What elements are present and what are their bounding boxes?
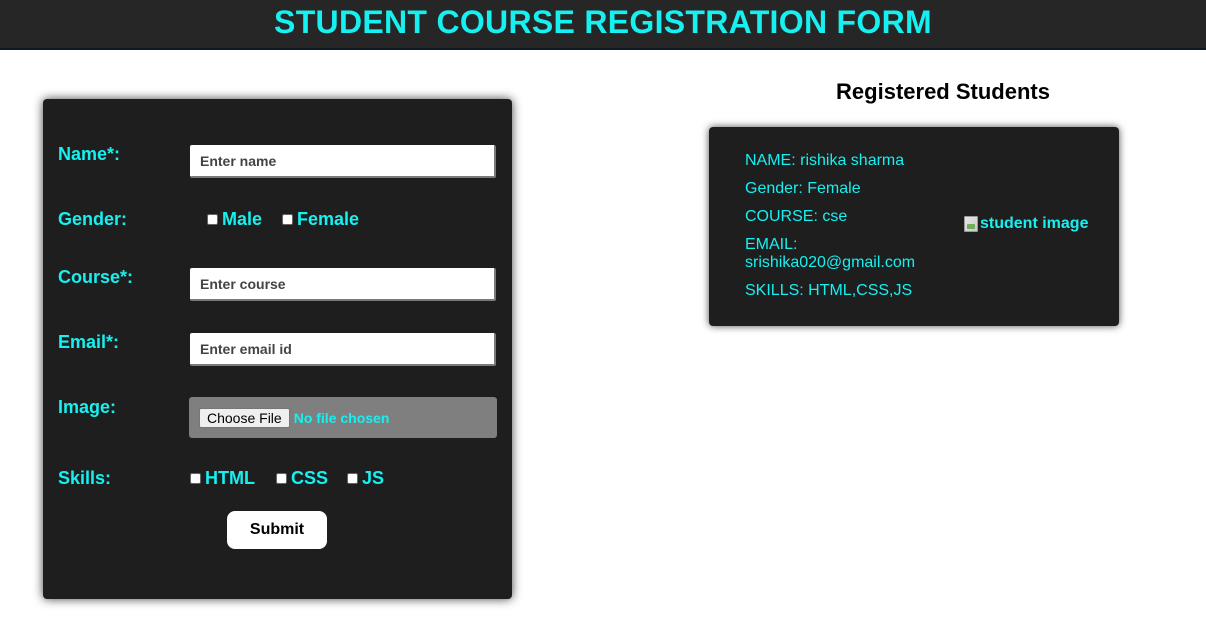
file-status: No file chosen <box>293 409 390 426</box>
image-file-input[interactable]: Choose File No file chosen <box>189 397 497 438</box>
gender-label: Gender: <box>58 209 128 229</box>
student-course: COURSE: cse <box>745 208 848 225</box>
css-checkbox[interactable] <box>276 473 287 484</box>
student-image-alt: student image <box>980 215 1089 232</box>
email-label: Email*: <box>58 332 120 352</box>
html-label: HTML <box>205 468 255 488</box>
name-label: Name*: <box>58 144 121 164</box>
page-title: STUDENT COURSE REGISTRATION FORM <box>274 4 932 40</box>
student-skills: SKILLS: HTML,CSS,JS <box>745 282 913 299</box>
female-checkbox[interactable] <box>282 214 293 225</box>
gender-option-female[interactable]: Female <box>282 209 359 230</box>
skill-option-html[interactable]: HTML <box>190 468 255 489</box>
submit-button[interactable]: Submit <box>227 511 327 549</box>
css-label: CSS <box>291 468 329 488</box>
email-input[interactable] <box>190 333 496 366</box>
broken-image-icon <box>964 216 978 232</box>
registered-students-title: Registered Students <box>836 79 1050 104</box>
image-label: Image: <box>58 397 117 417</box>
student-name: NAME: rishika sharma <box>745 152 905 169</box>
male-label: Male <box>222 209 263 229</box>
skills-label: Skills: <box>58 468 112 488</box>
js-label: JS <box>362 468 385 488</box>
female-label: Female <box>297 209 360 229</box>
html-checkbox[interactable] <box>190 473 201 484</box>
gender-option-male[interactable]: Male <box>207 209 262 230</box>
male-checkbox[interactable] <box>207 214 218 225</box>
course-label: Course*: <box>58 267 134 287</box>
student-image: student image <box>964 215 1088 233</box>
student-gender: Gender: Female <box>745 180 861 197</box>
student-email: EMAIL: srishika020@gmail.com <box>745 236 916 271</box>
name-input[interactable] <box>190 145 496 178</box>
js-checkbox[interactable] <box>347 473 358 484</box>
choose-file-button[interactable]: Choose File <box>199 407 290 428</box>
page-header: STUDENT COURSE REGISTRATION FORM <box>0 0 1206 50</box>
student-card: NAME: rishika sharma Gender: Female COUR… <box>709 127 1119 326</box>
registration-form: Name*: Gender: Male Female Course*: Emai… <box>43 99 512 599</box>
course-input[interactable] <box>190 268 496 301</box>
skill-option-js[interactable]: JS <box>347 468 384 489</box>
skill-option-css[interactable]: CSS <box>276 468 328 489</box>
